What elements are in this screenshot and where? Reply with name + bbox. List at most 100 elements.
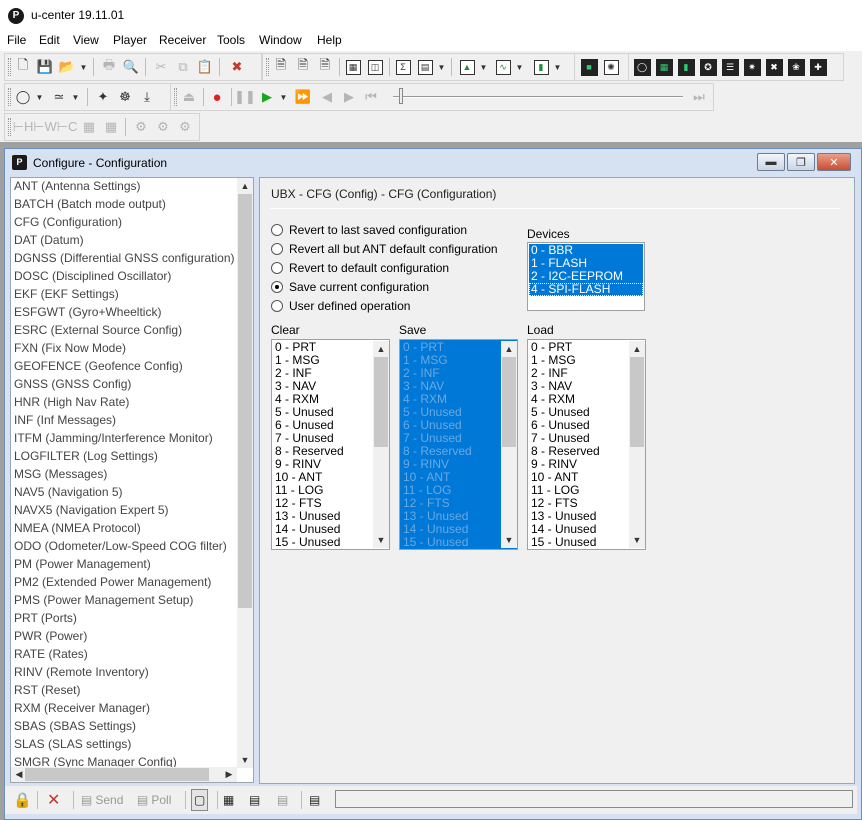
menu-tools[interactable]: Tools: [217, 33, 245, 47]
device-item[interactable]: 4 - SPI-FLASH: [529, 283, 643, 296]
radio-button[interactable]: [271, 281, 283, 293]
sidebar-item[interactable]: PM (Power Management): [14, 556, 151, 574]
section-item[interactable]: 15 - Unused: [401, 536, 501, 549]
map-dropdown-icon[interactable]: ▼: [479, 57, 488, 77]
sidebar-hscroll-thumb[interactable]: [25, 768, 209, 781]
restore-button[interactable]: ❐: [787, 153, 815, 171]
list-scroll-thumb[interactable]: [502, 357, 516, 447]
sidebar-item[interactable]: ESRC (External Source Config): [14, 322, 182, 340]
sidebar-item[interactable]: BATCH (Batch mode output): [14, 196, 166, 214]
print-config-icon[interactable]: ▤: [309, 789, 320, 811]
toolbar-grip[interactable]: [8, 88, 11, 106]
list-scrollbar[interactable]: ▲ ▼: [501, 341, 517, 548]
gear-2-icon[interactable]: ⚙: [153, 117, 173, 137]
new-doc-3-icon[interactable]: 🗎: [315, 57, 335, 77]
table-view-icon[interactable]: ☰: [720, 57, 740, 77]
sidebar-item[interactable]: HNR (High Nav Rate): [14, 394, 129, 412]
play-icon[interactable]: ▶: [257, 87, 277, 107]
section-item[interactable]: 15 - Unused: [529, 536, 629, 549]
save-listbox[interactable]: 0 - PRT 1 - MSG 2 - INF 3 - NAV 4 - RXM 5 - U…: [399, 339, 518, 550]
sidebar-item[interactable]: GNSS (GNSS Config): [14, 376, 131, 394]
sidebar-item[interactable]: RATE (Rates): [14, 646, 88, 664]
list-scroll-thumb[interactable]: [630, 357, 644, 447]
sidebar-item[interactable]: RXM (Receiver Manager): [14, 700, 150, 718]
map-view-icon[interactable]: ▲: [457, 57, 477, 77]
gear-1-icon[interactable]: ⚙: [131, 117, 151, 137]
histogram-icon[interactable]: ▮: [531, 57, 551, 77]
new-doc-2-icon[interactable]: 🗎: [293, 57, 313, 77]
table-icon[interactable]: ▤: [415, 57, 435, 77]
sidebar-item[interactable]: PWR (Power): [14, 628, 87, 646]
clear-icon[interactable]: ✖: [227, 57, 247, 77]
clear-listbox[interactable]: 0 - PRT 1 - MSG 2 - INF 3 - NAV 4 - RXM 5 - U…: [271, 339, 390, 550]
chart-dropdown-icon[interactable]: ▼: [515, 57, 524, 77]
sidebar-item[interactable]: INF (Inf Messages): [14, 412, 116, 430]
sidebar-item[interactable]: LOGFILTER (Log Settings): [14, 448, 158, 466]
histogram-dropdown-icon[interactable]: ▼: [553, 57, 562, 77]
menu-receiver[interactable]: Receiver: [159, 33, 206, 47]
scroll-down-icon[interactable]: ▼: [629, 532, 645, 548]
play-dropdown-icon[interactable]: ▼: [279, 87, 288, 107]
sidebar-item[interactable]: SLAS (SLAS settings): [14, 736, 131, 754]
save-icon[interactable]: 💾: [35, 57, 55, 77]
load-file-icon[interactable]: ▦: [223, 789, 234, 811]
sidebar-item[interactable]: ESFGWT (Gyro+Wheeltick): [14, 304, 161, 322]
configure-titlebar[interactable]: P Configure - Configuration ▬ ❐ ✕: [5, 149, 861, 177]
scroll-up-icon[interactable]: ▲: [373, 341, 389, 357]
fast-forward-icon[interactable]: ⏩: [293, 87, 313, 107]
download-icon[interactable]: ⤓: [137, 87, 157, 107]
export-icon[interactable]: ▤: [277, 789, 288, 811]
data-view-icon[interactable]: ▦: [654, 57, 674, 77]
scroll-down-icon[interactable]: ▼: [373, 532, 389, 548]
sidebar-item[interactable]: ITFM (Jamming/Interference Monitor): [14, 430, 213, 448]
minimize-button[interactable]: ▬: [757, 153, 785, 171]
radio-button[interactable]: [271, 262, 283, 274]
lock-icon[interactable]: 🔒: [13, 789, 32, 811]
sidebar-item[interactable]: DGNSS (Differential GNSS configuration): [14, 250, 235, 268]
sidebar-vertical-scrollbar[interactable]: ▲ ▼: [237, 178, 253, 768]
sidebar-scroll-thumb[interactable]: [238, 194, 252, 608]
sidebar-item[interactable]: PM2 (Extended Power Management): [14, 574, 211, 592]
sidebar-item[interactable]: NAV5 (Navigation 5): [14, 484, 123, 502]
msg-c-icon[interactable]: ⊢C: [57, 117, 78, 137]
camera-view-icon[interactable]: ■: [579, 57, 599, 77]
baudrate-icon[interactable]: ≃: [49, 87, 69, 107]
window-split-icon[interactable]: ◫: [365, 57, 385, 77]
save-file-icon[interactable]: ▤: [249, 789, 260, 811]
sidebar-item[interactable]: PRT (Ports): [14, 610, 77, 628]
sidebar-horizontal-scrollbar[interactable]: ◀ ▶: [11, 767, 237, 782]
sidebar-item[interactable]: SBAS (SBAS Settings): [14, 718, 136, 736]
scroll-down-icon[interactable]: ▼: [501, 532, 517, 548]
sum-icon[interactable]: Σ: [393, 57, 413, 77]
step-back-icon[interactable]: ◀: [317, 87, 337, 107]
connection-icon[interactable]: ◯: [13, 87, 33, 107]
sidebar-item[interactable]: ODO (Odometer/Low-Speed COG filter): [14, 538, 227, 556]
debug-icon[interactable]: ☸: [115, 87, 135, 107]
open-dropdown-icon[interactable]: ▼: [79, 57, 88, 77]
gear-3-icon[interactable]: ⚙: [175, 117, 195, 137]
pause-icon[interactable]: ❚❚: [234, 87, 256, 107]
scroll-up-icon[interactable]: ▲: [501, 341, 517, 357]
scroll-down-icon[interactable]: ▼: [237, 752, 253, 768]
sidebar-item[interactable]: GEOFENCE (Geofence Config): [14, 358, 183, 376]
sidebar-item[interactable]: DOSC (Disciplined Oscillator): [14, 268, 171, 286]
list-scroll-thumb[interactable]: [374, 357, 388, 447]
radio-option[interactable]: User defined operation: [271, 298, 521, 316]
cut-icon[interactable]: ✂: [151, 57, 171, 77]
rewind-icon[interactable]: ⏮: [361, 87, 381, 107]
record-icon[interactable]: ●: [207, 87, 227, 107]
sidebar-item[interactable]: EKF (EKF Settings): [14, 286, 119, 304]
deviation-view-icon[interactable]: ✪: [698, 57, 718, 77]
radio-option[interactable]: Save current configuration: [271, 279, 521, 297]
toolbar-grip[interactable]: [8, 58, 11, 76]
list-scrollbar[interactable]: ▲ ▼: [629, 341, 645, 548]
print-preview-icon[interactable]: 🔍: [121, 57, 141, 77]
new-file-icon[interactable]: 🗋: [13, 57, 33, 77]
menu-file[interactable]: File: [7, 33, 26, 47]
connection-dropdown-icon[interactable]: ▼: [35, 87, 44, 107]
sidebar-item[interactable]: CFG (Configuration): [14, 214, 122, 232]
cancel-icon[interactable]: ✕: [47, 789, 60, 811]
menu-view[interactable]: View: [73, 33, 99, 47]
slider-thumb[interactable]: [399, 88, 403, 104]
show-hidden-icon[interactable]: ▢: [191, 789, 209, 811]
